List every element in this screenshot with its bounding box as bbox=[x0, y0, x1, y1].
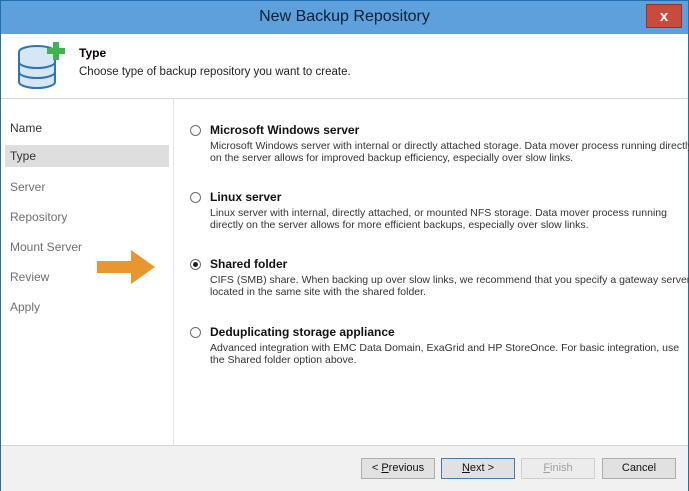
step-repository: Repository bbox=[10, 210, 68, 224]
radio-dedup-appliance[interactable] bbox=[190, 327, 201, 338]
previous-label-pre: < bbox=[371, 462, 382, 474]
arrow-right-icon bbox=[97, 250, 155, 284]
step-server: Server bbox=[10, 180, 46, 194]
dialog-window: New Backup Repository x Type Choose type… bbox=[0, 0, 689, 491]
radio-linux-server[interactable] bbox=[190, 192, 201, 203]
step-name[interactable]: Name bbox=[5, 117, 169, 139]
previous-button[interactable]: < Previous bbox=[361, 458, 435, 479]
next-button[interactable]: Next > bbox=[441, 458, 515, 479]
previous-label-key: P bbox=[381, 462, 389, 474]
next-label-post: ext > bbox=[469, 462, 495, 474]
page-title: Type bbox=[79, 46, 107, 60]
option-description: Advanced integration with EMC Data Domai… bbox=[210, 342, 680, 366]
option-title: Shared folder bbox=[210, 257, 288, 271]
option-description: CIFS (SMB) share. When backing up over s… bbox=[210, 274, 689, 298]
option-title: Microsoft Windows server bbox=[210, 123, 360, 137]
step-apply: Apply bbox=[10, 300, 41, 314]
next-label-key: N bbox=[461, 462, 470, 474]
option-title: Linux server bbox=[210, 190, 282, 204]
step-type[interactable]: Type bbox=[5, 145, 169, 167]
window-title: New Backup Repository bbox=[259, 8, 430, 25]
cancel-button[interactable]: Cancel bbox=[602, 458, 676, 479]
finish-label-post: inish bbox=[550, 462, 573, 474]
option-description: Linux server with internal, directly att… bbox=[210, 207, 667, 231]
option-description: Microsoft Windows server with internal o… bbox=[210, 140, 689, 164]
options-panel: Microsoft Windows server Microsoft Windo… bbox=[173, 99, 689, 445]
radio-selected-dot bbox=[193, 262, 198, 267]
close-button[interactable]: x bbox=[646, 4, 682, 28]
wizard-header: Type Choose type of backup repository yo… bbox=[1, 34, 688, 99]
title-bar[interactable]: New Backup Repository x bbox=[1, 1, 688, 34]
wizard-footer: < Previous Next > Finish Cancel bbox=[1, 445, 688, 491]
radio-windows-server[interactable] bbox=[190, 125, 201, 136]
radio-shared-folder[interactable] bbox=[190, 259, 201, 270]
database-add-icon bbox=[18, 42, 65, 89]
page-description: Choose type of backup repository you wan… bbox=[79, 66, 351, 78]
option-title: Deduplicating storage appliance bbox=[210, 325, 395, 339]
finish-button: Finish bbox=[521, 458, 595, 479]
previous-label-post: revious bbox=[388, 462, 425, 474]
